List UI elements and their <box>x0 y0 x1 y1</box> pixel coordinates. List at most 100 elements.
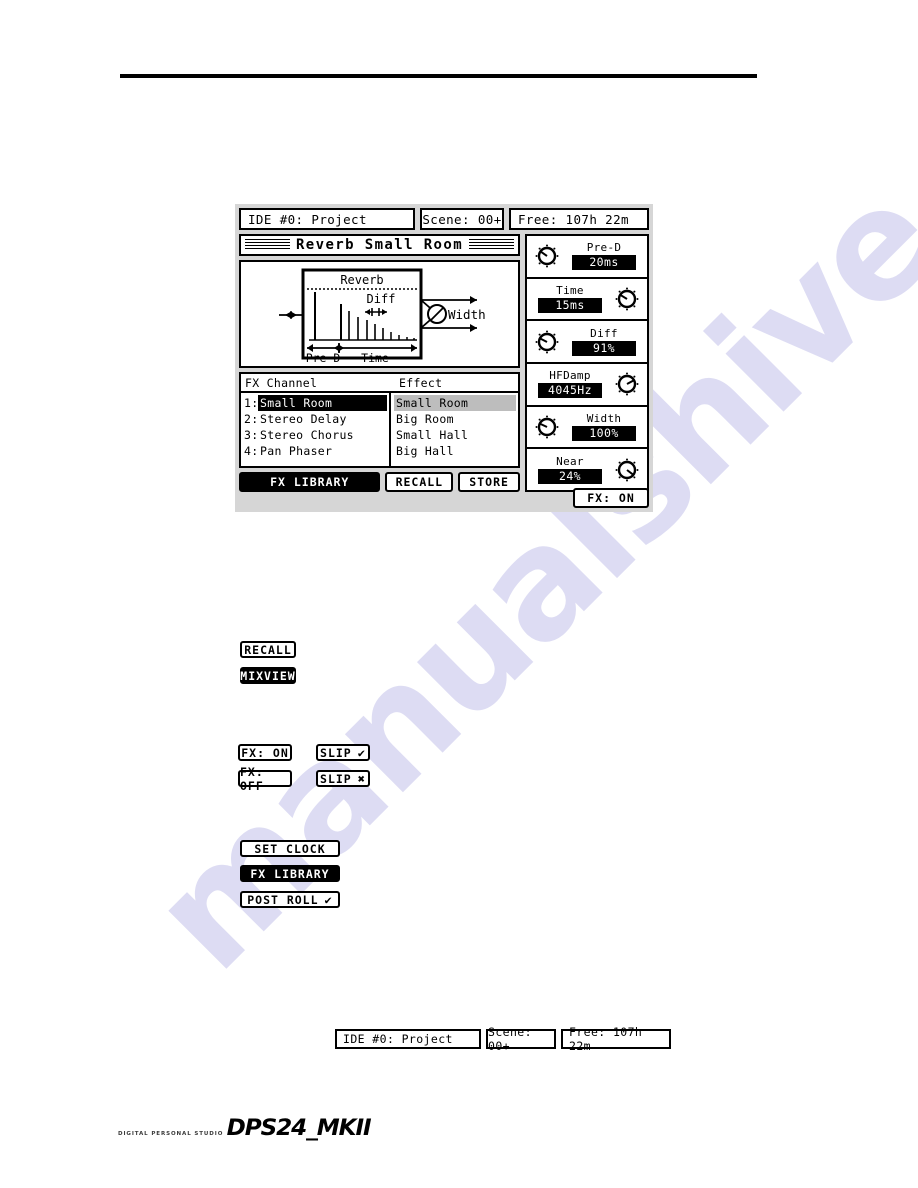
list-item[interactable]: Small Hall <box>394 427 516 443</box>
status-project-field[interactable]: IDE #0: Project <box>335 1029 481 1049</box>
lcd-scene-field[interactable]: Scene: 00+ <box>420 208 504 230</box>
svg-text:Time: Time <box>361 351 389 365</box>
knob-field: Width 100% <box>564 412 644 442</box>
fx-title-text: Reverb Small Room <box>289 237 470 253</box>
knob-icon[interactable] <box>610 285 644 313</box>
effect-name: Small Room <box>396 396 469 410</box>
knob-label: HFDamp <box>549 369 591 383</box>
knob-value[interactable]: 20ms <box>572 255 636 271</box>
lcd-left-column: Reverb Small Room Reverb Diff Pre-D Time… <box>239 234 520 492</box>
knob-row-near[interactable]: Near 24% <box>527 449 647 490</box>
knob-value[interactable]: 15ms <box>538 298 602 313</box>
knob-label: Diff <box>590 326 618 340</box>
footer-logo: DIGITAL PERSONAL STUDIO DPS24_MKII <box>118 1116 372 1141</box>
fx-library-button[interactable]: FX LIBRARY <box>239 472 381 492</box>
knob-icon[interactable] <box>610 456 644 484</box>
knob-value[interactable]: 91% <box>572 340 636 356</box>
reverb-diagram-panel: Reverb Diff Pre-D Time Width <box>239 260 520 368</box>
watermark-layer: manualshive.com <box>0 0 918 1188</box>
example-recall-button[interactable]: RECALL <box>240 641 296 658</box>
knob-icon[interactable] <box>530 242 564 270</box>
knob-row-hfdamp[interactable]: HFDamp 4045Hz <box>527 364 647 407</box>
svg-text:Diff: Diff <box>367 292 396 306</box>
lcd-project-field[interactable]: IDE #0: Project <box>239 208 415 230</box>
channel-number: 3: <box>244 428 259 442</box>
store-button[interactable]: STORE <box>458 472 520 492</box>
knob-row-pre-d[interactable]: Pre-D 20ms <box>527 236 647 279</box>
svg-text:Pre-D: Pre-D <box>306 351 341 365</box>
knob-row-time[interactable]: Time 15ms <box>527 279 647 322</box>
post-roll-label: POST ROLL <box>247 892 319 907</box>
fx-list-panel: FX Channel Effect 1: Small Room 2: Stere… <box>239 372 520 468</box>
knob-value[interactable]: 4045Hz <box>538 383 602 399</box>
example-slip-x-button[interactable]: SLIP ✖ <box>316 770 370 787</box>
lcd-screenshot: IDE #0: Project Scene: 00+ Free: 107h 22… <box>235 204 653 512</box>
channel-name: Pan Phaser <box>260 444 333 458</box>
knob-value[interactable]: 100% <box>572 426 636 442</box>
list-item[interactable]: Big Room <box>394 411 516 427</box>
channel-name: Stereo Chorus <box>260 428 354 442</box>
effect-name: Small Hall <box>396 428 469 442</box>
close-icon: ✖ <box>357 771 366 786</box>
knob-row-diff[interactable]: Diff 91% <box>527 321 647 365</box>
example-fx-library-button[interactable]: FX LIBRARY <box>240 865 340 882</box>
knob-field: Diff 91% <box>564 326 644 356</box>
channel-number: 4: <box>244 444 259 458</box>
effect-header: Effect <box>399 375 443 390</box>
channel-number: 1: <box>244 396 259 410</box>
list-item[interactable]: 4: Pan Phaser <box>244 443 387 459</box>
effect-name: Big Hall <box>396 444 454 458</box>
example-mixview-button[interactable]: MIXVIEW <box>240 667 296 684</box>
example-fx-on-button[interactable]: FX: ON <box>238 744 292 761</box>
lcd-free-field: Free: 107h 22m <box>509 208 649 230</box>
knob-label: Width <box>586 412 622 426</box>
parameter-knob-column: Pre-D 20ms Time 15ms Diff 91% HFDamp 404… <box>525 234 649 492</box>
example-status-bar: IDE #0: Project Scene: 00+ Free: 107h 22… <box>335 1025 671 1053</box>
fx-on-wrap: FX: ON <box>521 488 649 508</box>
status-scene-field[interactable]: Scene: 00+ <box>486 1025 556 1053</box>
knob-icon[interactable] <box>610 370 644 398</box>
reverb-diagram-svg: Reverb Diff Pre-D Time Width <box>279 268 486 365</box>
check-icon: ✔ <box>324 892 333 907</box>
knob-icon[interactable] <box>530 413 564 441</box>
knob-field: Pre-D 20ms <box>564 241 644 271</box>
status-free-field: Free: 107h 22m <box>561 1025 671 1053</box>
slip-label: SLIP <box>320 771 352 786</box>
fx-title-bar: Reverb Small Room <box>239 234 520 256</box>
knob-label: Near <box>556 454 584 468</box>
list-item[interactable]: 2: Stereo Delay <box>244 411 387 427</box>
fx-list-header: FX Channel Effect <box>241 374 518 393</box>
fx-channel-header: FX Channel <box>245 375 318 390</box>
channel-number: 2: <box>244 412 259 426</box>
effect-name: Big Room <box>396 412 454 426</box>
example-set-clock-button[interactable]: SET CLOCK <box>240 840 340 857</box>
knob-label: Time <box>556 284 584 297</box>
list-item[interactable]: Small Room <box>394 395 516 411</box>
lcd-soft-button-strip: FX LIBRARY RECALL STORE <box>239 472 520 492</box>
channel-name: Stereo Delay <box>260 412 347 426</box>
knob-row-width[interactable]: Width 100% <box>527 407 647 450</box>
slip-label: SLIP <box>320 745 352 760</box>
svg-text:Width: Width <box>448 307 486 322</box>
channel-name: Small Room <box>258 395 387 411</box>
header-divider <box>120 74 757 78</box>
list-item[interactable]: Big Hall <box>394 443 516 459</box>
recall-button[interactable]: RECALL <box>385 472 454 492</box>
fx-list-body: 1: Small Room 2: Stereo Delay 3: Stereo … <box>241 393 518 466</box>
example-fx-off-button[interactable]: FX: OFF <box>238 765 292 793</box>
knob-field: Near 24% <box>530 454 610 484</box>
list-item[interactable]: 3: Stereo Chorus <box>244 427 387 443</box>
lcd-main-area: Reverb Small Room Reverb Diff Pre-D Time… <box>239 234 649 492</box>
lcd-status-row: IDE #0: Project Scene: 00+ Free: 107h 22… <box>239 208 649 230</box>
example-post-roll-button[interactable]: POST ROLL ✔ <box>240 891 340 908</box>
fx-channel-list[interactable]: 1: Small Room 2: Stereo Delay 3: Stereo … <box>241 393 391 466</box>
fx-on-button[interactable]: FX: ON <box>573 488 649 508</box>
knob-icon[interactable] <box>530 328 564 356</box>
footer-product-name: DPS24_MKII <box>226 1116 372 1141</box>
knob-value[interactable]: 24% <box>538 468 602 484</box>
example-slip-check-button[interactable]: SLIP ✔ <box>316 744 370 761</box>
effect-list[interactable]: Small Room Big Room Small Hall Big Hall <box>391 393 518 466</box>
knob-label: Pre-D <box>586 241 622 255</box>
list-item[interactable]: 1: Small Room <box>244 395 387 411</box>
svg-text:Reverb: Reverb <box>340 273 383 287</box>
